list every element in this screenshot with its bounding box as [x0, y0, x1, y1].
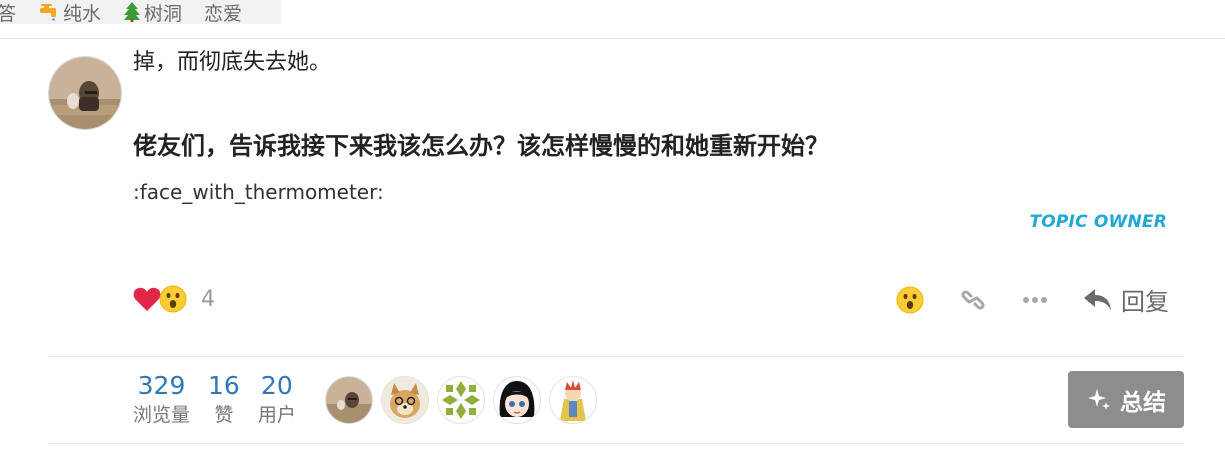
link-icon	[961, 289, 985, 310]
participant-avatar[interactable]	[437, 376, 485, 424]
more-options-button[interactable]	[1022, 296, 1048, 304]
post-text-line: 掉，而彻底失去她。	[133, 50, 332, 75]
tag-item[interactable]: 答	[0, 0, 17, 25]
participant-avatars	[325, 376, 605, 424]
stat-label: 赞	[214, 404, 234, 426]
stat-likes: 16 赞	[208, 370, 240, 428]
copy-link-button[interactable]	[959, 288, 987, 312]
participant-avatar[interactable]	[381, 376, 429, 424]
tag-item[interactable]: 纯水	[38, 0, 101, 24]
summarize-button[interactable]: 总结	[1068, 371, 1184, 428]
participant-avatar[interactable]	[325, 376, 373, 424]
post-author-avatar[interactable]	[48, 56, 122, 130]
surprised-face-icon[interactable]	[159, 285, 187, 313]
topic-owner-badge: TOPIC OWNER	[1029, 212, 1167, 232]
tag-list: 答 纯水 树洞 恋爱	[0, 0, 281, 24]
topic-stats: 329 浏览量 16 赞 20 用户	[133, 370, 314, 428]
post-heading: 佬友们，告诉我接下来我该怎么办？该怎样慢慢的和她重新开始？	[133, 132, 829, 160]
tag-label: 纯水	[63, 2, 102, 25]
stat-users: 20 用户	[258, 370, 296, 428]
reply-icon	[1084, 288, 1111, 310]
stat-label: 浏览量	[133, 404, 191, 426]
stat-value: 329	[137, 371, 186, 400]
tag-label: 答	[0, 2, 17, 25]
water-tap-icon	[40, 4, 57, 21]
stat-label: 用户	[257, 404, 296, 426]
ellipsis-icon	[1023, 296, 1047, 303]
evergreen-tree-icon	[124, 2, 141, 22]
participant-avatar[interactable]	[493, 376, 541, 424]
surprised-face-icon	[896, 286, 924, 313]
stat-value: 20	[260, 371, 293, 400]
reactions-bar[interactable]: 4	[133, 285, 215, 313]
header-divider	[0, 38, 1225, 39]
tag-label: 树洞	[144, 2, 183, 25]
reply-label: 回复	[1121, 288, 1169, 316]
react-button[interactable]	[896, 286, 924, 314]
summarize-label: 总结	[1120, 389, 1166, 416]
participant-avatar[interactable]	[549, 376, 597, 424]
emoji-shortcode-text: :face_with_thermometer:	[133, 180, 384, 204]
stat-value: 16	[208, 371, 240, 400]
tag-label: 恋爱	[204, 2, 243, 25]
heart-icon[interactable]	[133, 286, 161, 312]
reaction-count: 4	[201, 286, 215, 312]
divider	[48, 356, 1184, 357]
tag-item[interactable]: 树洞	[123, 0, 182, 24]
sparkle-icon	[1088, 388, 1110, 410]
divider	[48, 443, 1184, 444]
post-actions: 回复	[861, 282, 1169, 317]
tag-item[interactable]: 恋爱	[204, 0, 243, 25]
stat-views: 329 浏览量	[133, 370, 190, 428]
reply-button[interactable]: 回复	[1083, 282, 1169, 317]
